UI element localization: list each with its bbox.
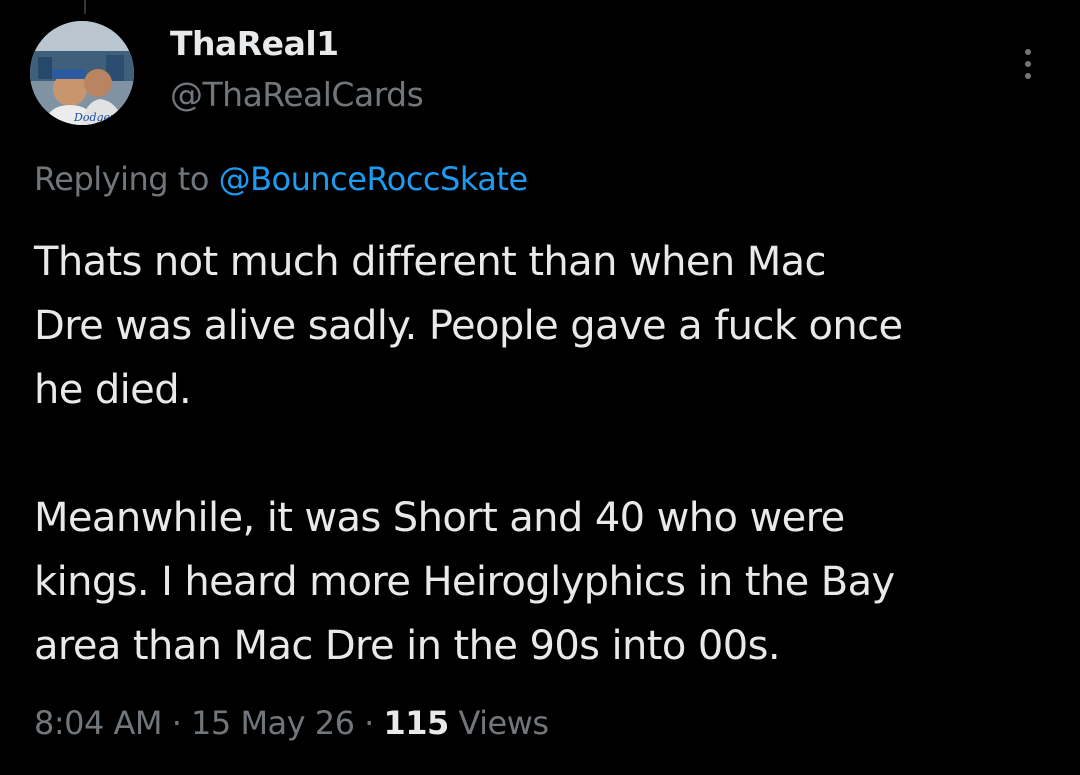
meta-separator: · (364, 704, 374, 742)
more-options-icon-dot (1025, 73, 1031, 79)
author-display-name[interactable]: ThaReal1 (170, 22, 339, 66)
tweet-line: Dre was alive sadly. People gave a fuck … (34, 303, 903, 349)
views-count: 115 (383, 704, 450, 742)
tweet-line: he died. (34, 367, 192, 413)
avatar[interactable]: Dodgers (30, 21, 134, 125)
tweet-line: kings. I heard more Heiroglyphics in the… (34, 559, 895, 605)
replying-to: Replying to @BounceRoccSkate (34, 156, 528, 202)
reply-mention-link[interactable]: @BounceRoccSkate (219, 160, 529, 198)
tweet-time[interactable]: 8:04 AM (34, 704, 163, 742)
more-options-button[interactable] (1004, 38, 1052, 90)
tweet-date[interactable]: 15 May 26 (191, 704, 355, 742)
svg-text:Dodgers: Dodgers (73, 111, 121, 124)
views-label: Views (458, 704, 549, 742)
more-options-icon (1025, 49, 1031, 55)
tweet-line: area than Mac Dre in the 90s into 00s. (34, 623, 781, 669)
meta-separator: · (171, 704, 182, 742)
tweet-line: Thats not much different than when Mac (34, 239, 827, 285)
paragraph-break (34, 422, 1064, 486)
replying-to-label: Replying to (34, 160, 209, 198)
thread-connector-line (84, 0, 86, 14)
more-options-icon-dot (1025, 61, 1031, 67)
tweet-metadata: 8:04 AM · 15 May 26 · 115 Views (34, 700, 549, 746)
tweet-line: Meanwhile, it was Short and 40 who were (34, 495, 845, 541)
profile-photo: Dodgers (30, 21, 134, 125)
author-handle[interactable]: @ThaRealCards (170, 72, 424, 118)
tweet-text: Thats not much different than when Mac D… (34, 230, 1064, 678)
